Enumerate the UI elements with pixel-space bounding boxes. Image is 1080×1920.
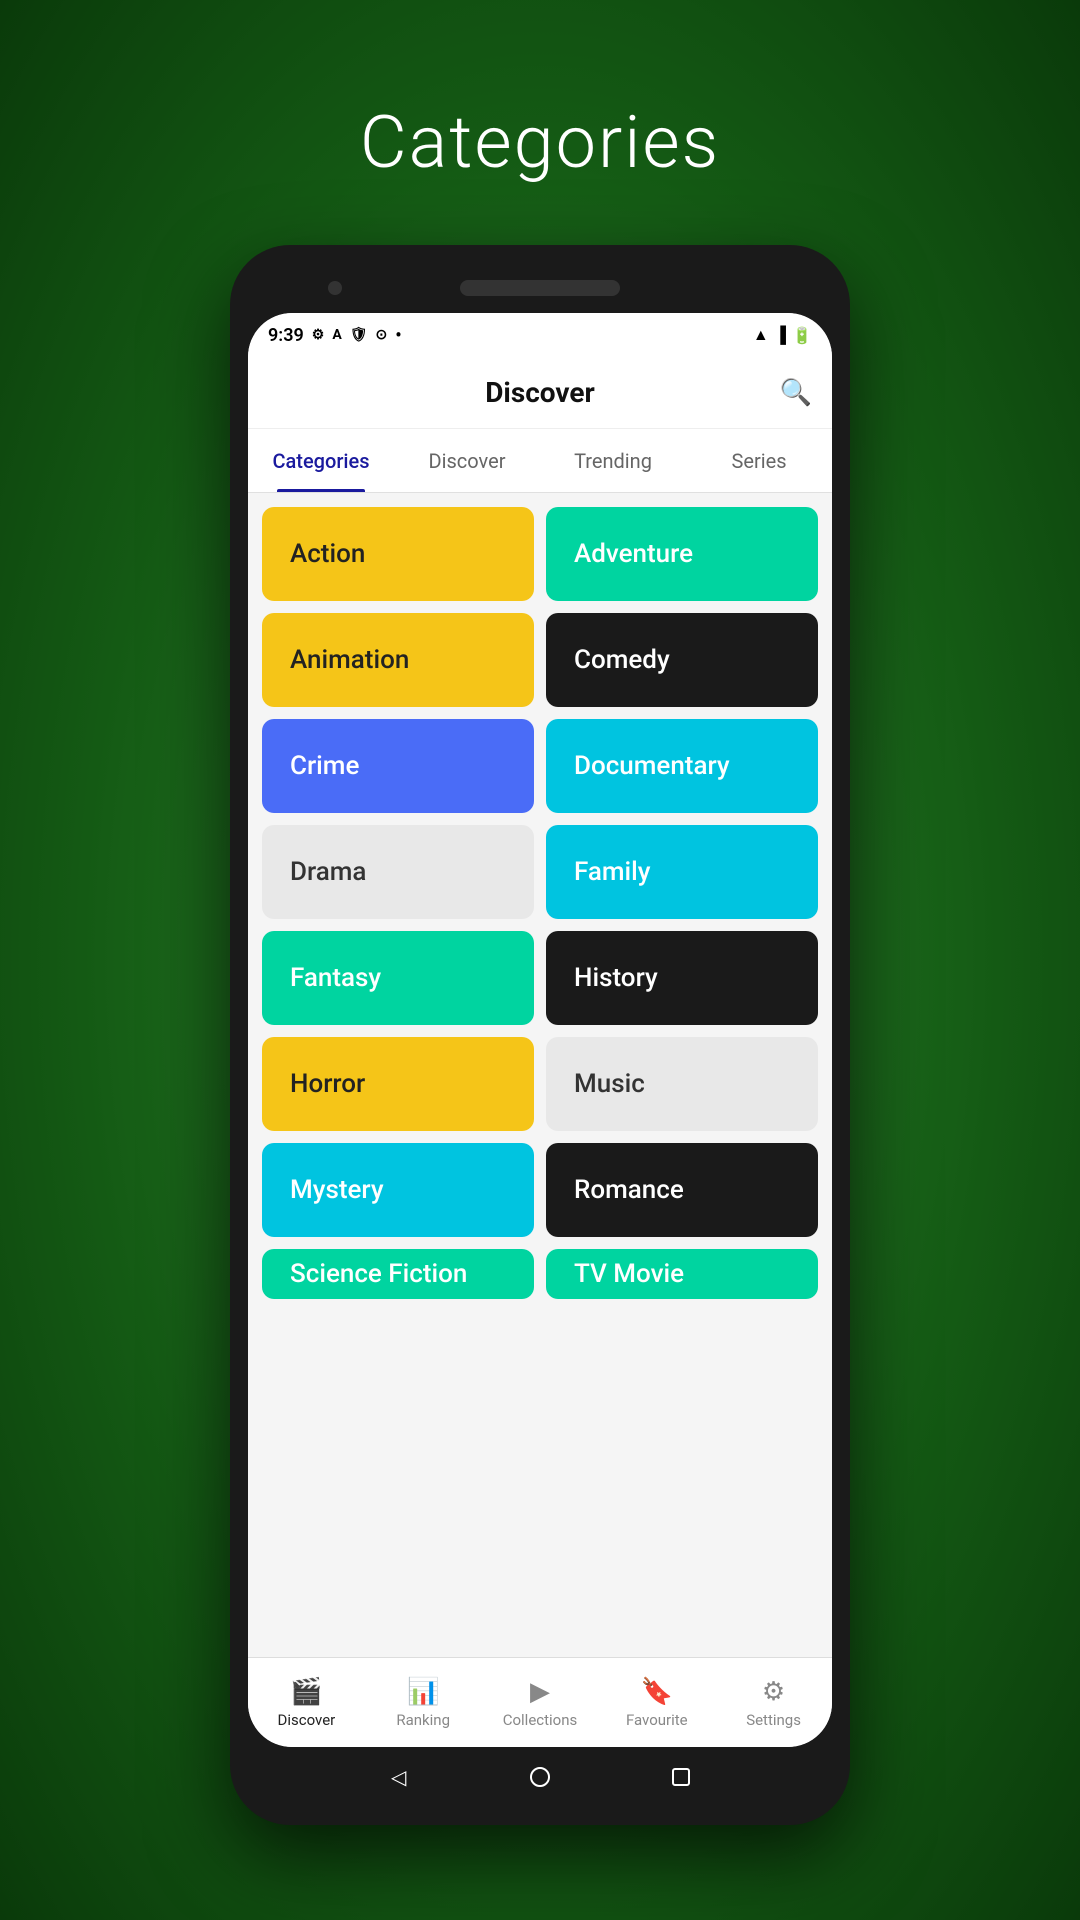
category-documentary[interactable]: Documentary <box>546 719 818 813</box>
category-animation[interactable]: Animation <box>262 613 534 707</box>
clock: 9:39 <box>268 325 304 346</box>
home-circle-icon <box>530 1767 550 1787</box>
collections-nav-label: Collections <box>503 1711 578 1729</box>
home-button[interactable] <box>515 1752 565 1802</box>
phone-speaker <box>460 280 620 296</box>
ranking-nav-icon: 📊 <box>407 1677 439 1707</box>
phone-inner: 9:39 ⚙ A 🛡 ⊙ • ▲ ▐ 🔋 Discover 🔍 Categori… <box>248 313 832 1747</box>
tab-discover[interactable]: Discover <box>394 429 540 492</box>
back-arrow-icon: ◁ <box>391 1765 406 1789</box>
category-mystery[interactable]: Mystery <box>262 1143 534 1237</box>
nav-discover[interactable]: 🎬 Discover <box>248 1658 365 1747</box>
category-adventure[interactable]: Adventure <box>546 507 818 601</box>
radio-icon: ⊙ <box>376 327 388 343</box>
nav-collections[interactable]: ▶ Collections <box>482 1658 599 1747</box>
category-action[interactable]: Action <box>262 507 534 601</box>
back-button[interactable]: ◁ <box>374 1752 424 1802</box>
page-title: Categories <box>360 100 720 185</box>
bottom-nav: 🎬 Discover 📊 Ranking ▶ Collections 🔖 Fav… <box>248 1657 832 1747</box>
category-horror[interactable]: Horror <box>262 1037 534 1131</box>
category-tv-movie[interactable]: TV Movie <box>546 1249 818 1299</box>
phone-frame: 9:39 ⚙ A 🛡 ⊙ • ▲ ▐ 🔋 Discover 🔍 Categori… <box>230 245 850 1825</box>
ranking-nav-label: Ranking <box>396 1711 450 1729</box>
battery-icon: 🔋 <box>792 326 812 345</box>
shield-icon: 🛡 <box>350 327 368 343</box>
category-romance[interactable]: Romance <box>546 1143 818 1237</box>
phone-camera <box>328 281 342 295</box>
favourite-nav-label: Favourite <box>626 1711 688 1729</box>
favourite-nav-icon: 🔖 <box>641 1677 673 1707</box>
category-history[interactable]: History <box>546 931 818 1025</box>
status-time: 9:39 ⚙ A 🛡 ⊙ • <box>268 325 402 346</box>
recents-button[interactable] <box>656 1752 706 1802</box>
collections-nav-icon: ▶ <box>530 1677 550 1707</box>
tab-categories[interactable]: Categories <box>248 429 394 492</box>
category-comedy[interactable]: Comedy <box>546 613 818 707</box>
settings-nav-icon: ⚙ <box>762 1677 785 1707</box>
recents-square-icon <box>672 1768 690 1786</box>
gear-icon: ⚙ <box>312 327 325 343</box>
app-title: Discover <box>485 376 595 409</box>
discover-nav-icon: 🎬 <box>290 1677 322 1707</box>
phone-bottom-bar: ◁ <box>248 1747 832 1807</box>
tab-series[interactable]: Series <box>686 429 832 492</box>
status-right: ▲ ▐ 🔋 <box>753 325 812 345</box>
category-music[interactable]: Music <box>546 1037 818 1131</box>
status-bar: 9:39 ⚙ A 🛡 ⊙ • ▲ ▐ 🔋 <box>248 313 832 357</box>
category-family[interactable]: Family <box>546 825 818 919</box>
nav-settings[interactable]: ⚙ Settings <box>715 1658 832 1747</box>
tab-trending[interactable]: Trending <box>540 429 686 492</box>
phone-top-bar <box>248 263 832 313</box>
nav-favourite[interactable]: 🔖 Favourite <box>598 1658 715 1747</box>
category-drama[interactable]: Drama <box>262 825 534 919</box>
category-crime[interactable]: Crime <box>262 719 534 813</box>
wifi-icon: ▲ <box>753 325 769 345</box>
app-header: Discover 🔍 <box>248 357 832 429</box>
discover-nav-label: Discover <box>278 1711 336 1729</box>
dot: • <box>395 325 401 346</box>
category-science-fiction[interactable]: Science Fiction <box>262 1249 534 1299</box>
search-button[interactable]: 🔍 <box>780 377 812 408</box>
nav-ranking[interactable]: 📊 Ranking <box>365 1658 482 1747</box>
tabs-bar: Categories Discover Trending Series <box>248 429 832 493</box>
signal-icon: ▐ <box>775 325 786 345</box>
a-icon: A <box>332 327 341 343</box>
categories-grid: Action Adventure Animation Comedy Crime … <box>248 493 832 1657</box>
settings-nav-label: Settings <box>746 1711 801 1729</box>
category-fantasy[interactable]: Fantasy <box>262 931 534 1025</box>
